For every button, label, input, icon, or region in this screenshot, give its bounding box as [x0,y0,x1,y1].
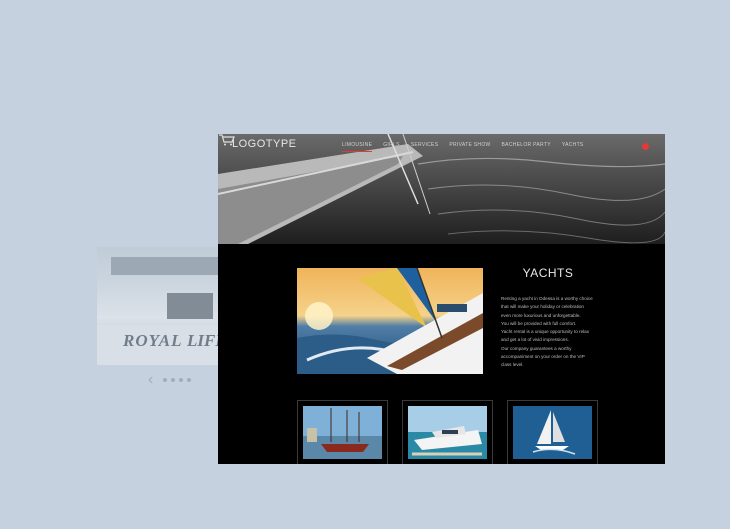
yacht-thumbnail[interactable] [507,400,598,464]
website-mockup: LOGOTYPE LIMOUSINE GIRLS SERVICES PRIVAT… [218,134,665,464]
hero-banner: LOGOTYPE LIMOUSINE GIRLS SERVICES PRIVAT… [218,134,665,244]
background-yacht-card: ROYAL LIFE [97,247,219,365]
sailboat-sea-image [513,406,592,459]
menu-item-limousine[interactable]: LIMOUSINE [342,142,373,152]
logo[interactable]: LOGOTYPE [232,138,297,150]
slider-dot[interactable] [163,378,168,382]
menu-item-girls[interactable]: GIRLS [383,142,400,152]
main-menu: LIMOUSINE GIRLS SERVICES PRIVATE SHOW BA… [342,142,584,152]
motor-yacht-dock-image [408,406,487,459]
slider-dot[interactable] [179,378,184,382]
thumbnail-image [303,406,382,459]
menu-item-private-show[interactable]: PRIVATE SHOW [449,142,490,152]
yacht-window [167,293,213,319]
section-description: Renting a yacht in Odessa is a worthy ch… [501,295,593,370]
description-paragraph: Our company guarantees a worthy accompan… [501,345,585,368]
thumbnail-image [408,406,487,459]
section-title: YACHTS [522,266,574,280]
yacht-deck [111,257,219,275]
description-paragraph: Renting a yacht in Odessa is a worthy ch… [501,296,593,318]
yacht-name-left: ROYAL [123,331,183,350]
description-paragraph: Yacht rental is a unique opportunity to … [501,329,590,343]
cart-badge [642,143,649,150]
yacht-name-right: LIFE [187,331,219,350]
slider-dots [163,378,192,382]
background-slider-nav: ‹ [148,372,192,388]
chevron-left-icon[interactable]: ‹ [148,372,153,388]
sailing-ship-harbor-image [303,406,382,459]
sailing-yacht-image [297,268,483,374]
yacht-thumbnail[interactable] [402,400,493,464]
menu-item-bachelor-party[interactable]: BACHELOR PARTY [502,142,551,152]
yacht-main-photo [297,268,483,374]
thumbnail-image [513,406,592,459]
description-paragraph: You will be provided with full comfort. [501,320,577,326]
yacht-thumbnail[interactable] [297,400,388,464]
slider-dot[interactable] [187,378,192,382]
menu-item-services[interactable]: SERVICES [411,142,439,152]
cart-icon[interactable] [218,134,236,146]
slider-dot[interactable] [171,378,176,382]
menu-item-yachts[interactable]: YACHTS [562,142,584,152]
